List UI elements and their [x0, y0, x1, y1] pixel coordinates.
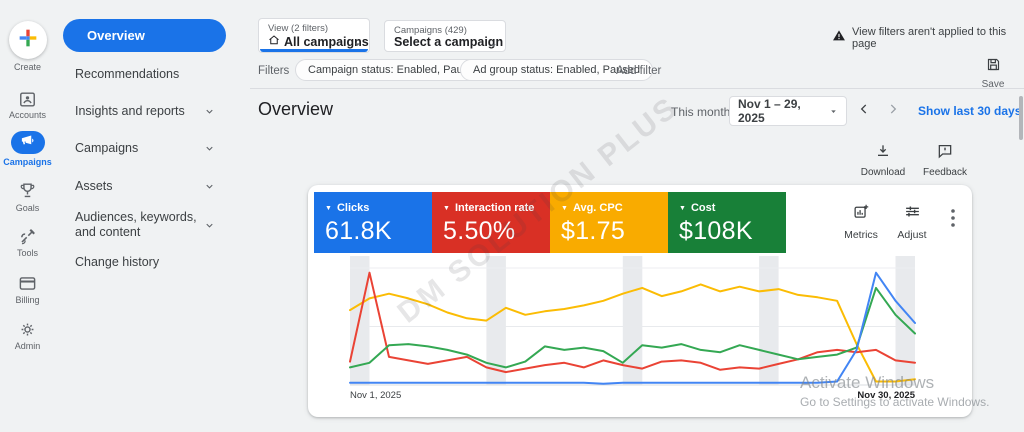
active-view-underline — [260, 49, 368, 52]
nav-item-insights-and-reports[interactable]: Insights and reports — [75, 104, 215, 119]
nav-item-change-history[interactable]: Change history — [75, 255, 215, 270]
show-last-30-days-link[interactable]: Show last 30 days — [918, 104, 1021, 118]
date-period-label: This month — [671, 105, 730, 119]
create-button[interactable] — [9, 21, 47, 59]
overview-chart-card: ▼Clicks 61.8K ▼Interaction rate 5.50% ▼A… — [308, 185, 972, 417]
scorecard-clicks[interactable]: ▼Clicks 61.8K — [314, 192, 432, 253]
trophy-icon — [18, 181, 37, 200]
campaigns-label: Campaigns — [0, 157, 55, 167]
adjust-label: Adjust — [886, 229, 938, 241]
sliders-icon — [904, 207, 921, 224]
tools-label: Tools — [0, 248, 55, 258]
home-icon — [268, 34, 280, 49]
feedback-label: Feedback — [915, 167, 975, 178]
date-range-value: Nov 1 – 29, 2025 — [738, 97, 829, 125]
left-icon-rail: Create Accounts Campaigns — [0, 0, 55, 432]
accounts-icon — [18, 90, 37, 109]
caret-down-icon: ▼ — [325, 205, 332, 212]
save-icon — [986, 59, 1001, 76]
chevron-right-icon — [886, 102, 900, 121]
billing-label: Billing — [0, 295, 55, 305]
warning-text: View filters aren't applied to this page — [852, 26, 1024, 50]
nav-overview-label: Overview — [87, 28, 145, 43]
download-icon — [875, 146, 891, 163]
scorecard-avg-cpc-value: $1.75 — [550, 217, 668, 246]
metrics-chart-icon — [853, 207, 870, 224]
sidebar-item-goals[interactable] — [0, 181, 55, 205]
credit-card-icon — [18, 274, 37, 293]
gear-icon — [18, 320, 37, 339]
tools-icon — [18, 227, 37, 246]
feedback-icon — [937, 146, 953, 163]
adjust-button[interactable]: Adjust — [886, 203, 938, 241]
scorecard-interaction-rate[interactable]: ▼Interaction rate 5.50% — [432, 192, 550, 253]
nav-item-audiences-keywords-content[interactable]: Audiences, keywords, and content — [75, 210, 215, 240]
feedback-button[interactable]: Feedback — [915, 143, 975, 178]
vertical-scrollbar[interactable] — [1019, 96, 1023, 140]
scorecard-cost-value: $108K — [668, 217, 786, 246]
nav-item-recommendations[interactable]: Recommendations — [75, 67, 215, 82]
plus-icon — [18, 28, 38, 53]
chevron-down-icon — [204, 106, 215, 117]
chevron-down-icon — [204, 143, 215, 154]
download-label: Download — [853, 167, 913, 178]
add-filter-button[interactable]: Add filter — [616, 65, 661, 77]
campaigns-active-pill — [11, 131, 45, 154]
sidebar-item-campaigns[interactable] — [0, 131, 55, 154]
admin-label: Admin — [0, 341, 55, 351]
chevron-down-icon — [204, 181, 215, 192]
view-selector-label: View (2 filters) — [268, 23, 328, 34]
toolbar-divider — [250, 88, 1024, 89]
scorecard-interaction-rate-value: 5.50% — [432, 217, 550, 246]
chevron-down-icon — [204, 220, 215, 231]
page-title: Overview — [258, 99, 333, 120]
scorecard-avg-cpc[interactable]: ▼Avg. CPC $1.75 — [550, 192, 668, 253]
svg-text:Nov 30, 2025: Nov 30, 2025 — [857, 390, 915, 401]
caret-down-icon: ▼ — [561, 205, 568, 212]
scorecard-cost[interactable]: ▼Cost $108K — [668, 192, 786, 253]
view-filters-warning: View filters aren't applied to this page — [832, 26, 1024, 50]
warning-triangle-icon — [832, 29, 846, 47]
caret-down-icon — [489, 37, 498, 55]
download-button[interactable]: Download — [853, 143, 913, 178]
scorecard-clicks-value: 61.8K — [314, 217, 432, 246]
filters-label: Filters — [258, 65, 289, 77]
nav-item-campaigns[interactable]: Campaigns — [75, 141, 215, 156]
previous-period-button[interactable] — [853, 100, 875, 122]
view-selector-dropdown[interactable]: View (2 filters) All campaigns — [258, 18, 370, 53]
caret-down-icon — [829, 107, 838, 116]
nav-item-overview[interactable]: Overview — [63, 19, 226, 52]
more-options-kebab-icon[interactable] — [946, 207, 960, 229]
megaphone-icon — [20, 133, 35, 153]
campaign-selector-dropdown[interactable]: Campaigns (429) Select a campaign — [384, 20, 506, 52]
metrics-label: Metrics — [835, 229, 887, 241]
date-range-selector[interactable]: Nov 1 – 29, 2025 — [729, 96, 847, 126]
svg-text:Nov 1, 2025: Nov 1, 2025 — [350, 390, 401, 401]
caret-down-icon: ▼ — [443, 205, 450, 212]
campaign-selector-value: Select a campaign — [394, 35, 503, 49]
google-ads-page: Create Accounts Campaigns — [0, 0, 1024, 432]
chevron-left-icon — [857, 102, 871, 121]
metrics-button[interactable]: Metrics — [835, 203, 887, 241]
save-button[interactable]: Save — [976, 57, 1010, 90]
goals-label: Goals — [0, 203, 55, 213]
create-label: Create — [0, 62, 55, 72]
caret-down-icon: ▼ — [679, 205, 686, 212]
nav-item-assets[interactable]: Assets — [75, 179, 215, 194]
next-period-button[interactable] — [882, 100, 904, 122]
accounts-label: Accounts — [0, 110, 55, 120]
